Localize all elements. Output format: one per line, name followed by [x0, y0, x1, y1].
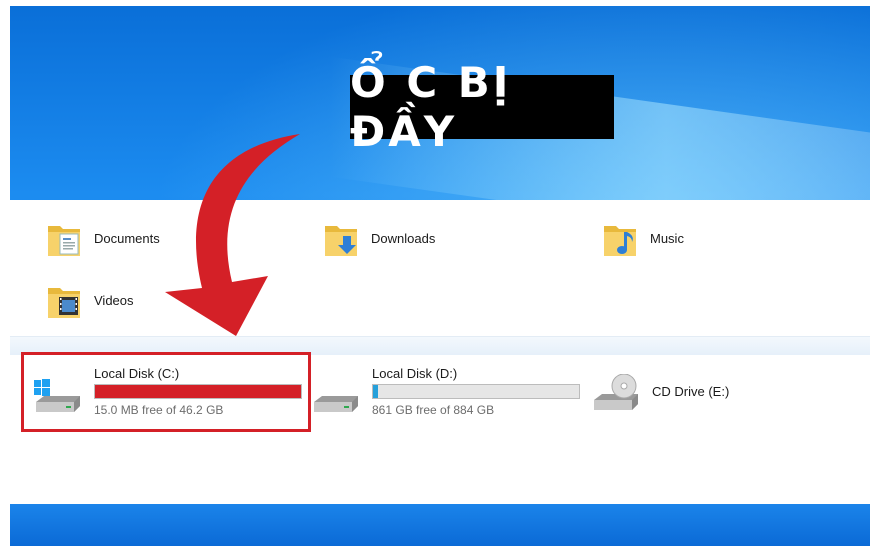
drive-free-space: 861 GB free of 884 GB	[372, 403, 495, 417]
drive-e[interactable]: CD Drive (E:)	[590, 373, 729, 414]
music-folder-icon	[602, 218, 638, 258]
folder-label: Downloads	[371, 230, 436, 246]
folder-music[interactable]: Music	[602, 218, 684, 258]
drive-usage-fill	[373, 385, 379, 398]
red-arrow-icon	[165, 134, 300, 336]
screenshot-frame: Ổ C BỊ ĐẦY Documents Downloads Music Vid…	[10, 6, 870, 546]
drive-d[interactable]: Local Disk (D:) 861 GB free of 884 GB	[310, 366, 580, 417]
downloads-folder-icon	[323, 218, 359, 258]
drive-usage-bar	[372, 384, 580, 399]
drive-info: Local Disk (D:) 861 GB free of 884 GB	[372, 366, 580, 417]
banner-title: Ổ C BỊ ĐẦY	[350, 58, 512, 156]
title-banner: Ổ C BỊ ĐẦY	[350, 58, 614, 156]
hard-drive-icon	[310, 376, 362, 416]
cd-drive-icon	[590, 373, 642, 414]
drive-name: Local Disk (D:)	[372, 366, 458, 381]
drive-c-highlight-box	[21, 352, 311, 432]
folder-label: Music	[650, 230, 684, 246]
drive-name: CD Drive (E:)	[652, 384, 730, 399]
folder-downloads[interactable]: Downloads	[323, 218, 435, 258]
taskbar-area	[10, 504, 870, 546]
drive-info: CD Drive (E:)	[652, 384, 729, 402]
